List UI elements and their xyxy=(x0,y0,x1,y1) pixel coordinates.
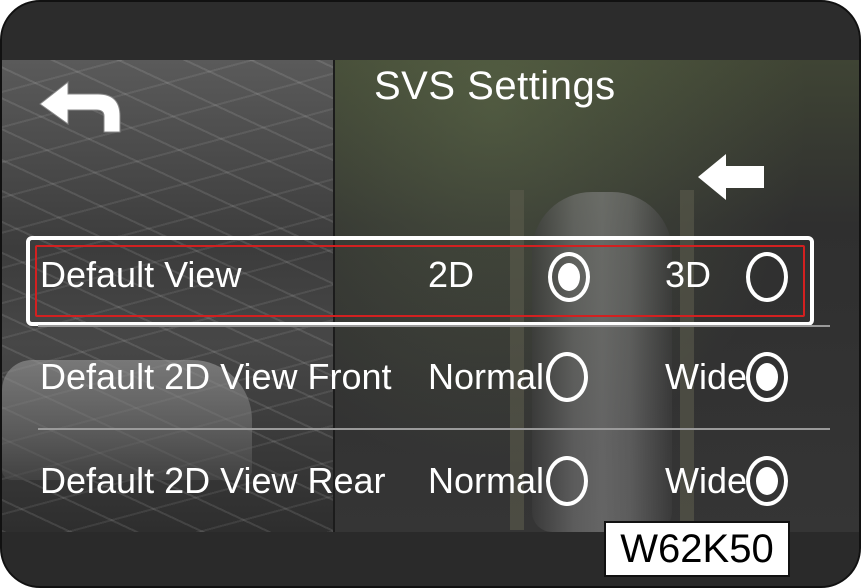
option-label-2d: 2D xyxy=(428,254,475,295)
radio-3d[interactable] xyxy=(746,252,788,302)
radio-rear-normal[interactable] xyxy=(546,456,588,506)
option-label-normal: Normal xyxy=(428,460,545,501)
setting-row-2d-view-front[interactable]: Default 2D View Front Normal Wide xyxy=(30,334,830,424)
radio-front-wide[interactable] xyxy=(746,352,788,402)
radio-rear-wide[interactable] xyxy=(746,456,788,506)
page-title: SVS Settings xyxy=(374,64,616,108)
top-band xyxy=(2,2,859,60)
back-button[interactable] xyxy=(38,80,124,140)
left-arrow-icon xyxy=(698,154,764,200)
option-label-wide: Wide xyxy=(665,356,748,397)
back-arrow-icon xyxy=(39,80,121,133)
setting-label: Default 2D View Rear xyxy=(40,460,386,501)
option-label-3d: 3D xyxy=(665,254,712,295)
option-label-normal: Normal xyxy=(428,356,545,397)
svs-settings-screen: SVS Settings Default View 2D 3D Default … xyxy=(0,0,861,588)
setting-row-default-view[interactable]: Default View 2D 3D xyxy=(30,236,830,326)
row-separator xyxy=(38,428,830,430)
radio-2d[interactable] xyxy=(548,252,590,302)
row-separator xyxy=(38,325,830,327)
figure-code: W62K50 xyxy=(604,521,790,577)
setting-label: Default View xyxy=(40,254,242,295)
radio-selected-icon xyxy=(558,263,580,291)
radio-selected-icon xyxy=(756,363,778,391)
setting-label: Default 2D View Front xyxy=(40,356,392,397)
setting-row-2d-view-rear[interactable]: Default 2D View Rear Normal Wide xyxy=(30,436,830,526)
option-label-wide: Wide xyxy=(665,460,748,501)
radio-selected-icon xyxy=(756,467,778,495)
radio-front-normal[interactable] xyxy=(546,352,588,402)
